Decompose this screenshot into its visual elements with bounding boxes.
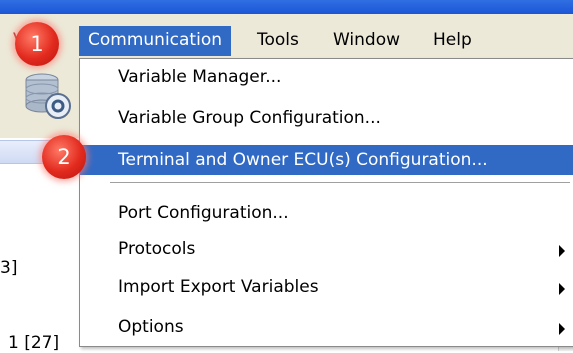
submenu-arrow-icon bbox=[559, 245, 565, 257]
background-text: 1 [27] bbox=[8, 333, 60, 353]
menu-item-label: Variable Group Configuration... bbox=[118, 108, 381, 128]
menu-help[interactable]: Help bbox=[424, 28, 481, 52]
menu-bar: View Communication Tools Window Help bbox=[0, 14, 573, 59]
menu-tools[interactable]: Tools bbox=[248, 28, 308, 52]
submenu-arrow-icon bbox=[559, 323, 565, 335]
menu-item-port-configuration[interactable]: Port Configuration... bbox=[80, 199, 573, 227]
step-1-badge: 1 bbox=[15, 22, 59, 66]
menu-item-variable-group-configuration[interactable]: Variable Group Configuration... bbox=[80, 104, 573, 132]
menu-item-label: Terminal and Owner ECU(s) Configuration.… bbox=[118, 150, 488, 170]
menu-item-label: Options bbox=[118, 317, 184, 337]
submenu-arrow-icon bbox=[559, 283, 565, 295]
menu-window[interactable]: Window bbox=[324, 28, 409, 52]
menu-item-label: Protocols bbox=[118, 239, 196, 259]
menu-item-label: Variable Manager... bbox=[118, 67, 282, 87]
menu-item-protocols[interactable]: Protocols bbox=[80, 235, 573, 263]
communication-dropdown-menu: Variable Manager... Variable Group Confi… bbox=[79, 58, 573, 347]
step-2-badge: 2 bbox=[42, 135, 86, 179]
menu-item-terminal-owner-ecu-configuration[interactable]: Terminal and Owner ECU(s) Configuration.… bbox=[80, 145, 573, 175]
database-icon[interactable] bbox=[24, 72, 72, 124]
menu-item-variable-manager[interactable]: Variable Manager... bbox=[80, 63, 573, 91]
background-text: 3] bbox=[0, 258, 18, 278]
menu-item-label: Import Export Variables bbox=[118, 277, 319, 297]
menu-item-label: Port Configuration... bbox=[118, 203, 289, 223]
menu-item-options[interactable]: Options bbox=[80, 313, 573, 341]
menu-item-import-export-variables[interactable]: Import Export Variables bbox=[80, 273, 573, 301]
menu-communication[interactable]: Communication bbox=[79, 26, 231, 56]
menu-separator bbox=[110, 182, 570, 184]
window-title-bar bbox=[0, 0, 573, 14]
